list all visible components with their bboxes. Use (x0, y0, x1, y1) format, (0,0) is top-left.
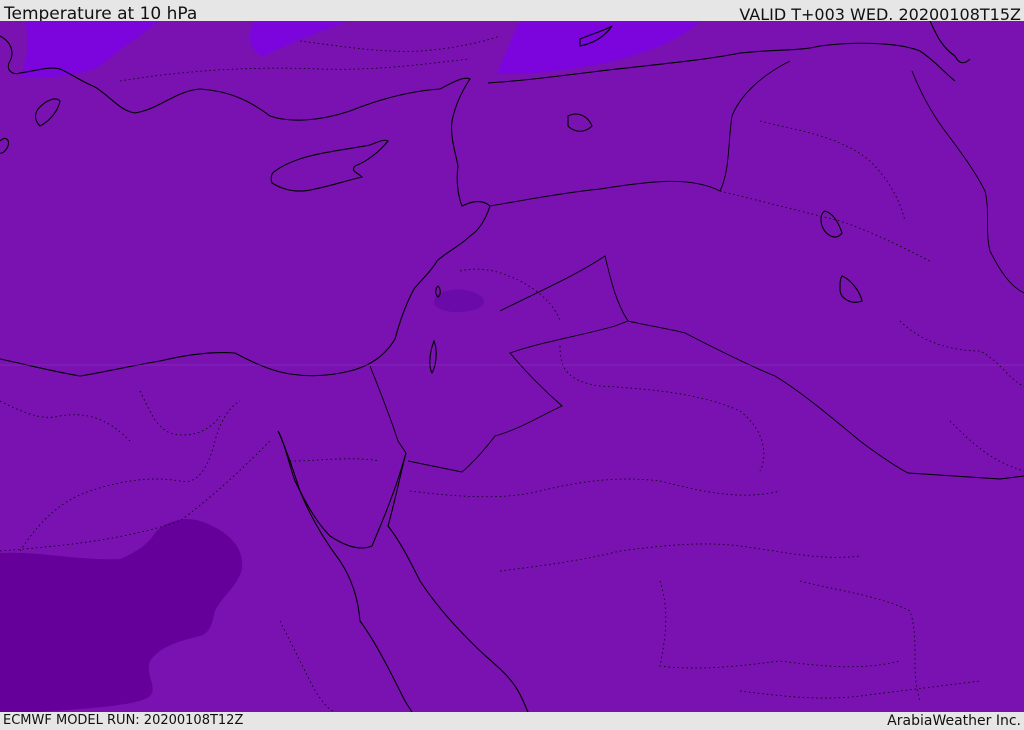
temperature-map[interactable] (0, 21, 1024, 712)
footer-bar: ECMWF MODEL RUN: 20200108T12Z ArabiaWeat… (0, 712, 1024, 729)
model-run-label: ECMWF MODEL RUN: 20200108T12Z (3, 713, 244, 728)
header-bar: Temperature at 10 hPa VALID T+003 WED. 2… (0, 0, 1024, 24)
credit-label: ArabiaWeather Inc. (887, 713, 1021, 729)
map-canvas (0, 21, 1024, 712)
